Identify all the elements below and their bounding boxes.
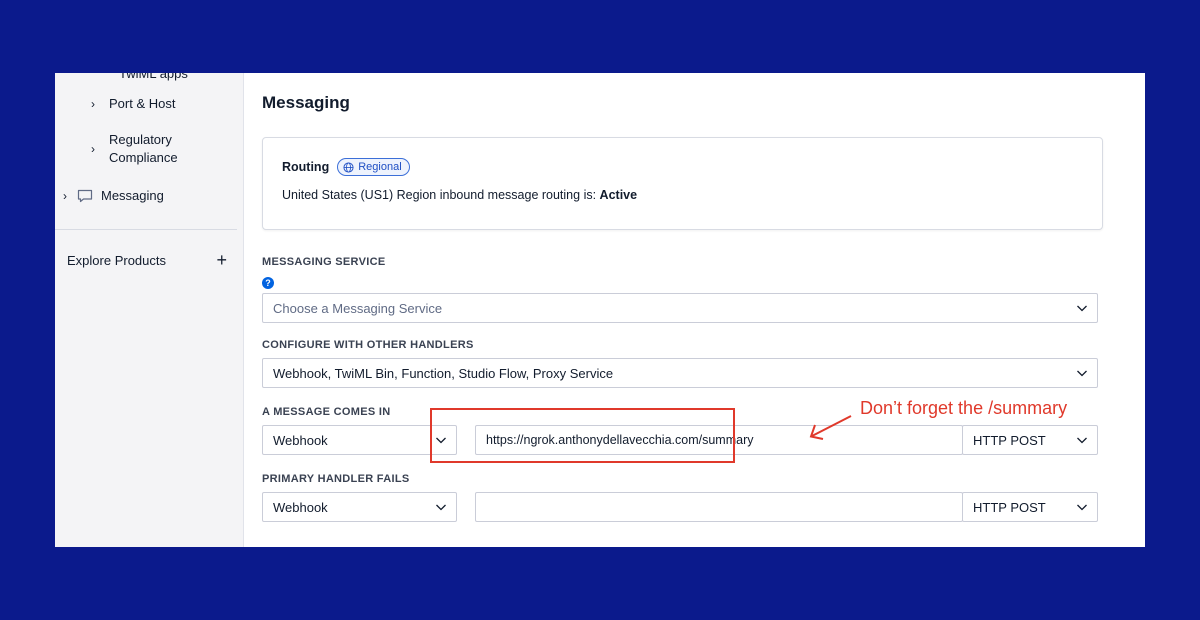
page-title: Messaging [262, 93, 350, 112]
routing-header: Routing Regional [282, 158, 410, 176]
routing-status: Active [599, 188, 638, 202]
message-comes-in-url-input[interactable]: https://ngrok.anthonydellavecchia.com/su… [475, 425, 963, 455]
annotation-text: Don’t forget the /summary [860, 398, 1068, 418]
primary-handler-fails-method-select[interactable]: HTTP POST [962, 492, 1098, 522]
primary-handler-fails-type: Webhook [273, 499, 328, 515]
other-handlers-value: Webhook, TwiML Bin, Function, Studio Flo… [273, 365, 614, 381]
chevron-right-icon: › [91, 97, 95, 111]
primary-handler-fails-label: PRIMARY HANDLER FAILS [262, 473, 410, 485]
sidebar-divider [55, 229, 237, 230]
messaging-service-placeholder: Choose a Messaging Service [273, 300, 443, 316]
sidebar-item-port-host[interactable]: › Port & Host [91, 95, 175, 113]
message-comes-in-method-select[interactable]: HTTP POST [962, 425, 1098, 455]
sidebar-item-regulatory-compliance[interactable]: › Regulatory Compliance [91, 131, 178, 167]
chevron-down-icon [1077, 370, 1087, 377]
chevron-right-icon: › [63, 189, 67, 203]
primary-handler-fails-method: HTTP POST [973, 499, 1046, 515]
other-handlers-select[interactable]: Webhook, TwiML Bin, Function, Studio Flo… [262, 358, 1098, 388]
messaging-service-select[interactable]: Choose a Messaging Service [262, 293, 1098, 323]
regional-badge: Regional [337, 158, 410, 176]
routing-card: Routing Regional United States (US1) Reg… [262, 137, 1103, 230]
chevron-down-icon [1077, 305, 1087, 312]
sidebar-item-label-line1: Regulatory [109, 132, 172, 147]
explore-products-label: Explore Products [67, 253, 166, 268]
message-comes-in-type: Webhook [273, 432, 328, 448]
globe-icon [343, 161, 354, 173]
explore-products-button[interactable]: Explore Products + [67, 250, 227, 270]
main-content: Messaging Routing Regional United States… [262, 73, 1145, 547]
chevron-right-icon: › [91, 142, 95, 156]
sidebar-item-messaging[interactable]: › Messaging [63, 187, 164, 205]
sidebar-item-label: Regulatory Compliance [109, 131, 178, 167]
message-comes-in-url: https://ngrok.anthonydellavecchia.com/su… [486, 433, 754, 447]
chevron-down-icon [436, 504, 446, 511]
badge-label: Regional [358, 161, 402, 173]
help-icon[interactable]: ? [262, 277, 274, 289]
chevron-down-icon [1077, 504, 1087, 511]
messaging-service-label: MESSAGING SERVICE [262, 256, 386, 268]
other-handlers-label: CONFIGURE WITH OTHER HANDLERS [262, 339, 474, 351]
sidebar-item-label: Port & Host [109, 96, 176, 111]
chevron-down-icon [1077, 437, 1087, 444]
message-comes-in-label: A MESSAGE COMES IN [262, 406, 391, 418]
sidebar-item-label: Messaging [101, 188, 164, 203]
chat-bubble-icon [77, 189, 93, 203]
sidebar: TwiML apps › Port & Host › Regulatory Co… [55, 73, 244, 547]
routing-title: Routing [282, 160, 330, 174]
routing-description: United States (US1) Region inbound messa… [282, 188, 597, 202]
sidebar-item-label-line2: Compliance [109, 150, 178, 165]
sidebar-item-twiml-apps[interactable]: TwiML apps [119, 73, 188, 81]
chevron-down-icon [436, 437, 446, 444]
message-comes-in-method: HTTP POST [973, 432, 1046, 448]
app-window: TwiML apps › Port & Host › Regulatory Co… [55, 73, 1145, 547]
primary-handler-fails-url-input[interactable] [475, 492, 963, 522]
plus-icon: + [216, 250, 227, 270]
annotation-arrow-icon [809, 415, 852, 440]
message-comes-in-type-select[interactable]: Webhook [262, 425, 457, 455]
routing-status-text: United States (US1) Region inbound messa… [282, 188, 637, 202]
primary-handler-fails-type-select[interactable]: Webhook [262, 492, 457, 522]
